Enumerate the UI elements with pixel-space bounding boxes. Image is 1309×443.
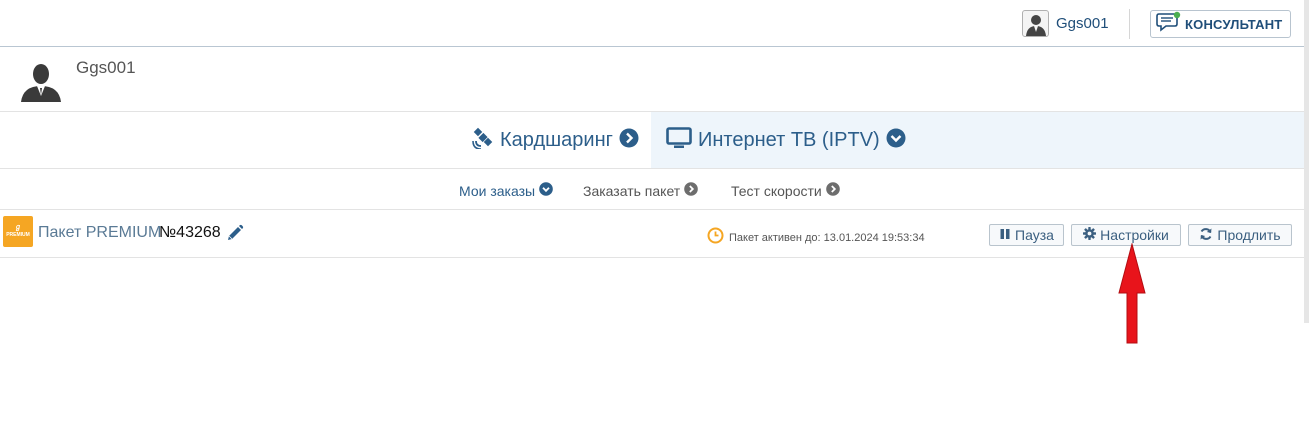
main-nav: Кардшаринг Интернет ТВ (IPTV)	[0, 112, 1304, 168]
refresh-icon	[1199, 227, 1213, 244]
chevron-right-icon	[619, 128, 639, 153]
sub-nav: Мои заказы Заказать пакет Тест скорости	[0, 170, 1304, 208]
package-status-text: Пакет активен до: 13.01.2024 19:53:34	[729, 232, 925, 244]
subnav-item-speed-test[interactable]: Тест скорости	[731, 182, 840, 199]
satellite-icon	[472, 127, 494, 154]
monitor-icon	[666, 126, 692, 154]
settings-button-label: Настройки	[1100, 227, 1169, 243]
extend-button[interactable]: Продлить	[1188, 224, 1292, 246]
chevron-right-icon	[684, 182, 698, 199]
user-menu[interactable]: Ggs001	[1022, 9, 1109, 37]
profile-avatar-icon	[20, 62, 62, 102]
subnav-item-label: Тест скорости	[731, 182, 822, 199]
package-status: Пакет активен до: 13.01.2024 19:53:34	[707, 227, 925, 249]
tab-iptv-label: Интернет ТВ (IPTV)	[698, 128, 880, 151]
pause-button-label: Пауза	[1015, 227, 1054, 243]
consultant-button[interactable]: КОНСУЛЬТАНТ	[1150, 10, 1291, 38]
pause-icon	[999, 227, 1011, 243]
chevron-down-icon	[539, 182, 553, 199]
tab-cardsharing[interactable]: Кардшаринг	[470, 112, 650, 168]
extend-button-label: Продлить	[1217, 227, 1281, 243]
user-name-link[interactable]: Ggs001	[1056, 15, 1109, 32]
divider	[1129, 9, 1130, 39]
subnav-item-label: Мои заказы	[459, 182, 536, 199]
tab-iptv[interactable]: Интернет ТВ (IPTV)	[651, 112, 1304, 168]
package-number: №43268	[159, 224, 221, 241]
subnav-item-order-package[interactable]: Заказать пакет	[583, 182, 698, 199]
top-bar: Ggs001 КОНСУЛЬТАНТ	[0, 0, 1309, 47]
divider	[0, 209, 1304, 210]
package-logo: ℊ PREMIUM	[3, 216, 33, 247]
pencil-icon[interactable]	[226, 224, 244, 242]
chat-icon	[1156, 11, 1182, 38]
page: Ggs001 КОНСУЛЬТАНТ Ggs001 Кардшаринг Инт…	[0, 0, 1309, 443]
package-title: Пакет PREMIUM	[38, 224, 162, 241]
consultant-label: КОНСУЛЬТАНТ	[1185, 16, 1283, 32]
annotation-arrow-up-icon	[1118, 243, 1146, 344]
chevron-right-icon	[825, 182, 840, 199]
user-avatar-icon	[1022, 9, 1049, 37]
profile-name: Ggs001	[76, 58, 136, 77]
divider	[0, 168, 1304, 169]
gear-icon	[1083, 227, 1097, 243]
clock-icon	[707, 227, 724, 249]
subnav-item-label: Заказать пакет	[583, 182, 681, 199]
chevron-down-icon	[886, 128, 906, 153]
tab-cardsharing-label: Кардшаринг	[500, 128, 613, 151]
subnav-item-my-orders[interactable]: Мои заказы	[459, 182, 553, 199]
divider	[0, 257, 1304, 258]
package-row: ℊ PREMIUM Пакет PREMIUM №43268 Пакет акт…	[0, 211, 1304, 257]
scrollbar[interactable]	[1304, 0, 1309, 323]
pause-button[interactable]: Пауза	[989, 224, 1064, 246]
